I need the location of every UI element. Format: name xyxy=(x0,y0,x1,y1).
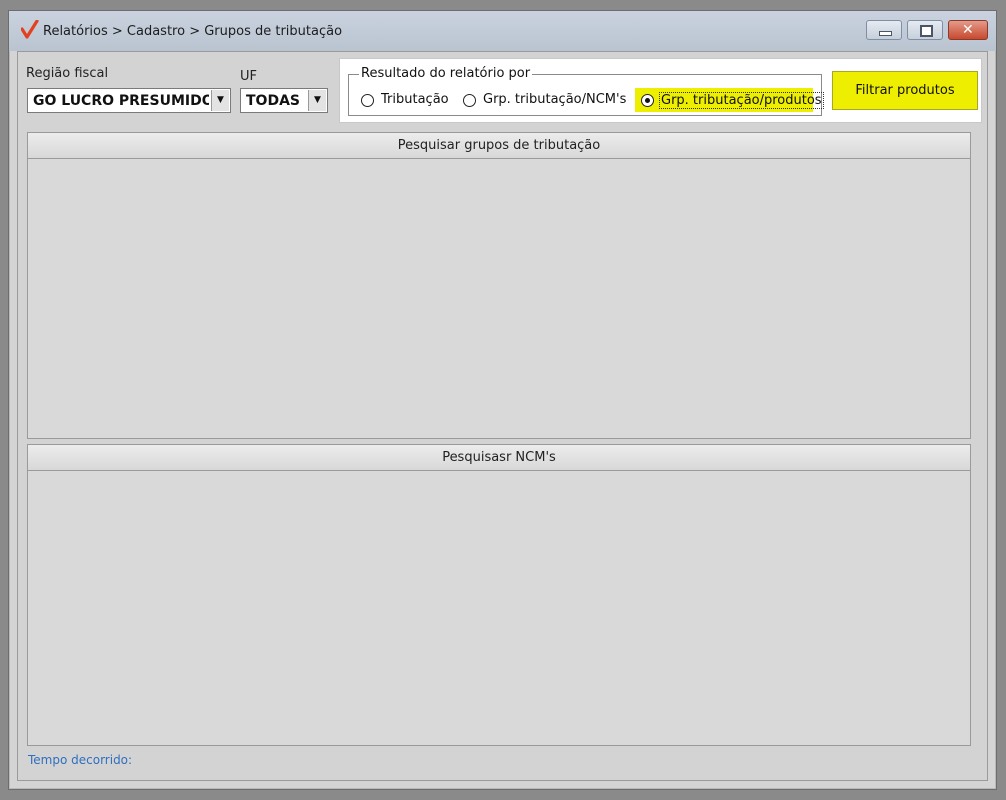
minimize-button[interactable] xyxy=(866,20,902,40)
close-button[interactable]: ✕ xyxy=(948,20,988,40)
radio-checked-icon xyxy=(641,94,654,107)
result-by-title: Resultado do relatório por xyxy=(359,66,533,81)
minimize-icon xyxy=(879,31,892,36)
radio-unchecked-icon xyxy=(463,94,476,107)
ncm-header[interactable]: Pesquisasr NCM's xyxy=(28,445,970,471)
maximize-button[interactable] xyxy=(907,20,943,40)
title-bar[interactable]: Relatórios > Cadastro > Grupos de tribut… xyxy=(9,11,996,51)
ncm-list[interactable] xyxy=(28,471,970,745)
radio-grp-tributacao-produtos-label: Grp. tributação/produtos xyxy=(659,92,824,109)
chevron-down-icon[interactable]: ▼ xyxy=(308,90,326,111)
elapsed-time-label: Tempo decorrido: xyxy=(28,753,133,767)
ncm-pane: Pesquisasr NCM's xyxy=(27,444,971,746)
radio-tributacao-label: Tributação xyxy=(381,92,449,107)
result-options-panel: Resultado do relatório por Tributação Gr… xyxy=(339,58,982,123)
filtrar-produtos-button[interactable]: Filtrar produtos xyxy=(832,71,978,110)
window-title: Relatórios > Cadastro > Grupos de tribut… xyxy=(43,24,343,39)
form-client-area: Região fiscal GO LUCRO PRESUMIDO ▼ UF TO… xyxy=(17,51,988,781)
radio-tributacao[interactable]: Tributação xyxy=(361,92,451,110)
maximize-icon xyxy=(920,25,933,37)
regiao-fiscal-select[interactable]: GO LUCRO PRESUMIDO ▼ xyxy=(27,88,231,113)
result-by-groupbox: Resultado do relatório por Tributação Gr… xyxy=(348,66,824,116)
chevron-down-icon[interactable]: ▼ xyxy=(211,90,229,111)
report-window: Relatórios > Cadastro > Grupos de tribut… xyxy=(8,10,997,790)
grupos-tributacao-header[interactable]: Pesquisar grupos de tributação xyxy=(28,133,970,159)
radio-grp-tributacao-ncm-label: Grp. tributação/NCM's xyxy=(483,92,627,107)
grupos-tributacao-pane: Pesquisar grupos de tributação xyxy=(27,132,971,439)
radio-grp-tributacao-ncm[interactable]: Grp. tributação/NCM's xyxy=(463,92,627,110)
uf-value: TODAS xyxy=(246,93,300,109)
radio-unchecked-icon xyxy=(361,94,374,107)
radio-grp-tributacao-produtos[interactable]: Grp. tributação/produtos xyxy=(635,88,824,112)
regiao-fiscal-label: Região fiscal xyxy=(26,66,109,81)
close-icon: ✕ xyxy=(962,22,974,38)
grupos-tributacao-list[interactable] xyxy=(28,159,970,438)
regiao-fiscal-value: GO LUCRO PRESUMIDO xyxy=(33,93,209,109)
checkmark-logo-icon xyxy=(21,20,39,39)
uf-select[interactable]: TODAS ▼ xyxy=(240,88,328,113)
uf-label: UF xyxy=(240,69,257,84)
